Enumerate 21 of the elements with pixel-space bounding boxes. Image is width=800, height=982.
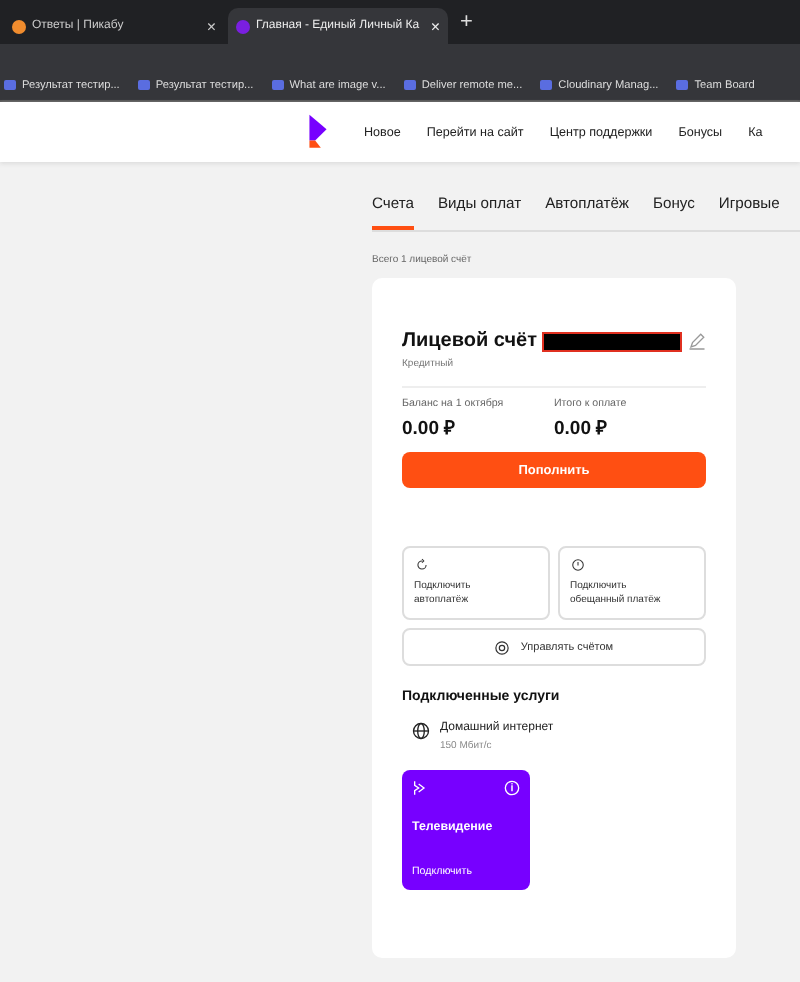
due-value: 0.00 ₽ <box>554 416 611 440</box>
account-title: Лицевой счёт <box>402 330 537 352</box>
info-icon[interactable] <box>504 780 520 796</box>
bookmark-icon <box>4 80 16 90</box>
pencil-icon[interactable] <box>688 332 706 350</box>
refresh-icon <box>414 558 430 572</box>
close-icon[interactable]: × <box>430 17 440 35</box>
new-tab-button[interactable]: + <box>452 10 473 34</box>
chevron-icon <box>412 780 428 796</box>
globe-icon <box>412 722 430 740</box>
close-icon[interactable]: × <box>206 17 216 35</box>
bookmark-icon <box>271 80 284 90</box>
favicon-icon <box>12 19 26 33</box>
bookmark-icon <box>137 80 150 90</box>
favicon-icon <box>236 19 250 33</box>
bookmark-icon <box>676 80 689 90</box>
balance-value: 0.00 ₽ <box>402 416 459 440</box>
logo-icon[interactable] <box>308 112 328 152</box>
redacted-block <box>541 331 681 351</box>
bookmark-icon <box>540 80 553 90</box>
bookmark-icon <box>403 80 416 90</box>
